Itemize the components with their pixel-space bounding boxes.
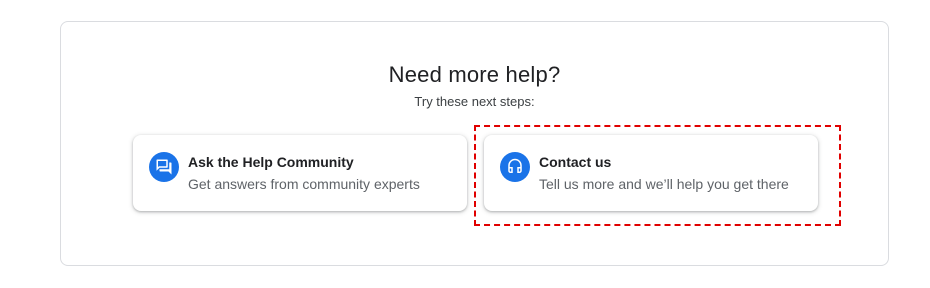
contact-us-card[interactable]: Contact us Tell us more and we’ll help y… xyxy=(484,135,818,211)
help-subtitle: Try these next steps: xyxy=(414,94,535,109)
community-chat-icon-glyph xyxy=(156,159,172,175)
contact-us-title: Contact us xyxy=(539,154,612,170)
community-chat-icon xyxy=(149,152,179,182)
ask-help-community-title: Ask the Help Community xyxy=(188,154,354,170)
headset-icon xyxy=(500,152,530,182)
need-more-help-panel: Need more help? Try these next steps: As… xyxy=(60,21,889,266)
contact-us-description: Tell us more and we’ll help you get ther… xyxy=(539,176,789,192)
ask-help-community-description: Get answers from community experts xyxy=(188,176,420,192)
headset-icon-glyph xyxy=(508,158,522,173)
ask-help-community-card[interactable]: Ask the Help Community Get answers from … xyxy=(133,135,467,211)
help-title: Need more help? xyxy=(388,62,561,87)
